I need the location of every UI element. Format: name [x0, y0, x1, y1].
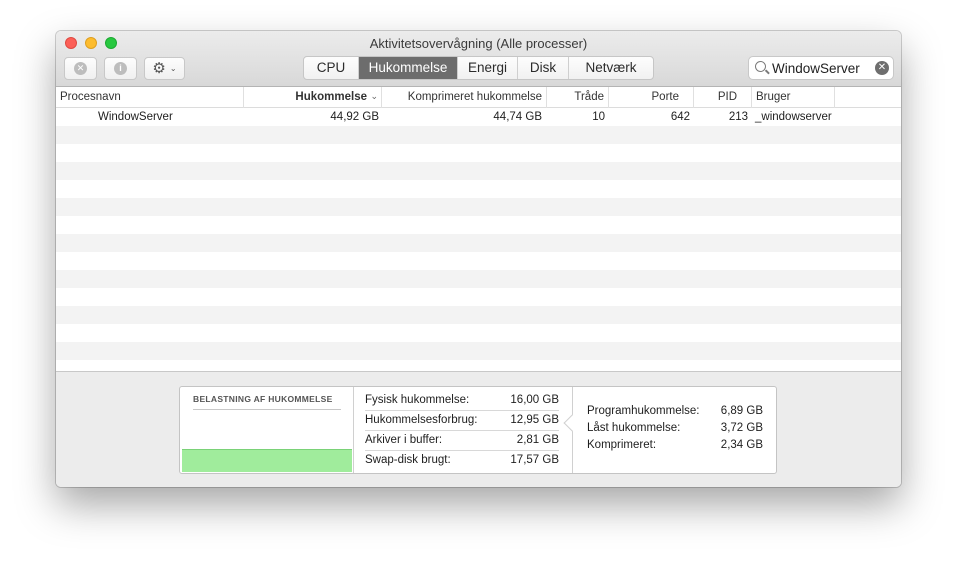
breakdown-value: 2,34 GB: [720, 439, 763, 451]
table-row: [56, 180, 901, 198]
table-row: [56, 324, 901, 342]
table-row: [56, 252, 901, 270]
breakdown-value: 3,72 GB: [720, 422, 763, 434]
memory-summary-panel: BELASTNING AF HUKOMMELSE Fysisk hukommel…: [179, 386, 777, 474]
cell-ports: 642: [670, 111, 690, 123]
table-row: [56, 306, 901, 324]
chevron-down-icon: ⌄: [169, 64, 177, 73]
stat-physical-memory: Fysisk hukommelse: 16,00 GB: [365, 390, 559, 410]
column-header-process-name[interactable]: Procesnavn: [56, 87, 244, 108]
table-row: [56, 162, 901, 180]
table-row: [56, 234, 901, 252]
table-row: [56, 144, 901, 162]
search-icon: [755, 61, 766, 72]
cell-pid: 213: [728, 111, 748, 123]
stat-cached-files: Arkiver i buffer: 2,81 GB: [365, 430, 559, 450]
stat-swap-used: Swap-disk brugt: 17,57 GB: [365, 450, 559, 470]
breakdown-label: Komprimeret:: [587, 439, 657, 451]
inspect-process-button[interactable]: i: [104, 57, 137, 80]
cell-memory: 44,92 GB: [330, 111, 379, 123]
x-circle-icon: ✕: [74, 62, 87, 75]
view-tabs: CPU Hukommelse Energi Disk Netværk: [303, 56, 654, 80]
quit-process-button[interactable]: ✕: [64, 57, 97, 80]
stat-memory-used: Hukommelsesforbrug: 12,95 GB: [365, 410, 559, 430]
tab-energy[interactable]: Energi: [458, 57, 518, 79]
table-row: [56, 342, 901, 360]
memory-summary-area: BELASTNING AF HUKOMMELSE Fysisk hukommel…: [56, 371, 901, 487]
cell-process-name: WindowServer: [98, 111, 173, 123]
tab-memory[interactable]: Hukommelse: [359, 57, 458, 79]
breakdown-label: Låst hukommelse:: [587, 422, 681, 434]
tab-disk[interactable]: Disk: [518, 57, 569, 79]
table-row: [56, 288, 901, 306]
cell-user: _windowserver: [755, 111, 832, 123]
table-row: [56, 360, 901, 371]
column-header-ports[interactable]: Porte: [609, 87, 694, 108]
divider: [193, 409, 341, 410]
actions-menu-button[interactable]: ⚙ ⌄: [144, 57, 185, 80]
window-title: Aktivitetsovervågning (Alle processer): [369, 36, 588, 51]
table-row: [56, 216, 901, 234]
gear-icon: ⚙: [152, 60, 166, 77]
process-table: WindowServer 44,92 GB 44,74 GB 10 642 21…: [56, 108, 901, 371]
table-row: [56, 126, 901, 144]
table-row: [56, 270, 901, 288]
clear-search-icon[interactable]: ✕: [875, 61, 889, 75]
breakdown-wired-memory: Låst hukommelse: 3,72 GB: [587, 420, 763, 437]
stat-label: Fysisk hukommelse:: [365, 394, 470, 406]
memory-stats-section: Fysisk hukommelse: 16,00 GB Hukommelsesf…: [355, 387, 573, 473]
table-row: [56, 198, 901, 216]
column-header-compressed-memory[interactable]: Komprimeret hukommelse: [382, 87, 547, 108]
memory-pressure-title: BELASTNING AF HUKOMMELSE: [193, 394, 333, 404]
column-header-memory[interactable]: Hukommelse ⌄: [244, 87, 382, 108]
sort-descending-icon: ⌄: [370, 91, 378, 101]
column-header-user[interactable]: Bruger: [752, 87, 835, 108]
stat-value: 17,57 GB: [510, 454, 559, 466]
titlebar: Aktivitetsovervågning (Alle processer) ✕…: [56, 31, 901, 87]
stat-value: 12,95 GB: [510, 414, 559, 426]
stat-label: Hukommelsesforbrug:: [365, 414, 478, 426]
search-input[interactable]: [772, 59, 872, 77]
stat-label: Arkiver i buffer:: [365, 434, 443, 446]
table-header: Procesnavn Hukommelse ⌄ Komprimeret huko…: [56, 87, 901, 108]
info-icon: i: [114, 62, 127, 75]
breakdown-app-memory: Programhukommelse: 6,89 GB: [587, 403, 763, 420]
tab-cpu[interactable]: CPU: [304, 57, 359, 79]
stat-value: 2,81 GB: [516, 434, 559, 446]
stat-label: Swap-disk brugt:: [365, 454, 451, 466]
breakdown-value: 6,89 GB: [720, 405, 763, 417]
tab-network[interactable]: Netværk: [569, 57, 653, 79]
memory-pressure-section: BELASTNING AF HUKOMMELSE: [180, 387, 354, 473]
column-header-pid[interactable]: PID: [694, 87, 752, 108]
column-header-memory-label: Hukommelse: [295, 91, 367, 103]
stat-value: 16,00 GB: [510, 394, 559, 406]
cell-threads: 10: [592, 111, 605, 123]
search-field: ✕: [748, 56, 894, 80]
memory-pressure-graph: [182, 449, 352, 472]
breakdown-compressed: Komprimeret: 2,34 GB: [587, 437, 763, 454]
cell-compressed-memory: 44,74 GB: [493, 111, 542, 123]
table-row[interactable]: WindowServer 44,92 GB 44,74 GB 10 642 21…: [56, 108, 901, 126]
activity-monitor-window: Aktivitetsovervågning (Alle processer) ✕…: [56, 31, 901, 487]
column-header-threads[interactable]: Tråde: [547, 87, 609, 108]
breakdown-label: Programhukommelse:: [587, 405, 700, 417]
memory-breakdown-section: Programhukommelse: 6,89 GB Låst hukommel…: [587, 403, 763, 454]
